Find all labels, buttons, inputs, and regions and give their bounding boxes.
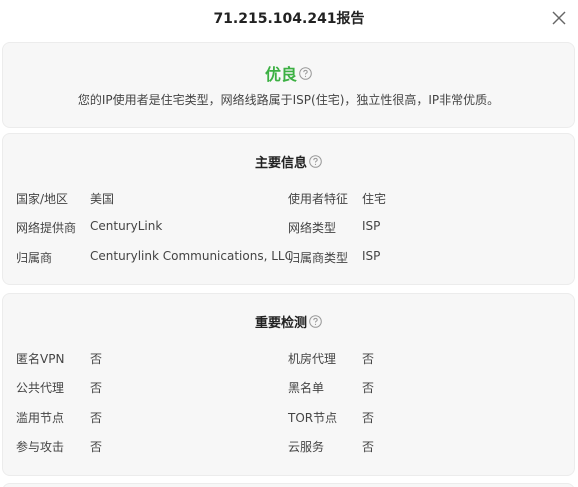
check-value: 否: [90, 440, 103, 454]
check-row: 滥用节点 否 TOR节点 否: [3, 409, 574, 427]
check-row: 匿名VPN 否 机房代理 否: [3, 350, 574, 368]
dialog-header: 71.215.104.241报告: [0, 0, 578, 34]
info-value: Centurylink Communications, LLC: [90, 249, 293, 263]
check-value: 否: [362, 411, 375, 425]
info-label: 网络类型: [288, 221, 337, 235]
check-label: 云服务: [288, 440, 325, 454]
check-value: 否: [90, 381, 103, 395]
checks-title: 重要检测: [254, 316, 307, 331]
check-label: 机房代理: [288, 352, 337, 366]
info-row: 网络提供商 CenturyLink 网络类型 ISP: [3, 219, 574, 237]
check-label: 黑名单: [288, 381, 325, 395]
main-info-card: 主要信息 国家/地区 美国 使用者特征 住宅 网络提供商 CenturyLink…: [2, 133, 575, 285]
question-circle-icon[interactable]: [309, 155, 322, 168]
check-label: 滥用节点: [16, 411, 65, 425]
checks-card: 重要检测 匿名VPN 否 机房代理 否 公共代理 否 黑名单 否 滥用节点 否 …: [2, 293, 575, 476]
check-value: 否: [362, 440, 375, 454]
info-label: 网络提供商: [16, 221, 77, 235]
close-icon: [552, 11, 566, 25]
check-label: TOR节点: [288, 411, 338, 425]
main-info-heading: 主要信息: [3, 151, 574, 171]
question-circle-icon[interactable]: [309, 315, 322, 328]
info-label: 归属商类型: [288, 251, 349, 265]
check-row: 公共代理 否 黑名单 否: [3, 379, 574, 397]
info-row: 归属商 Centurylink Communications, LLC 归属商类…: [3, 249, 574, 267]
info-value: 住宅: [362, 192, 387, 206]
check-label: 参与攻击: [16, 440, 65, 454]
check-value: 否: [362, 352, 375, 366]
checks-heading: 重要检测: [3, 311, 574, 331]
question-circle-icon[interactable]: [299, 66, 312, 80]
check-value: 否: [90, 411, 103, 425]
info-value: 美国: [90, 192, 115, 206]
info-row: 国家/地区 美国 使用者特征 住宅: [3, 190, 574, 208]
verdict-heading: 优良: [3, 61, 574, 85]
check-value: 否: [362, 381, 375, 395]
info-value: CenturyLink: [90, 219, 163, 233]
close-button[interactable]: [550, 9, 568, 27]
info-value: ISP: [362, 249, 381, 263]
info-label: 归属商: [16, 251, 53, 265]
verdict-description: 您的IP使用者是住宅类型，网络线路属于ISP(住宅)，独立性很高，IP非常优质。: [77, 93, 500, 107]
check-row: 参与攻击 否 云服务 否: [3, 438, 574, 456]
verdict-card: 优良 您的IP使用者是住宅类型，网络线路属于ISP(住宅)，独立性很高，IP非常…: [2, 42, 575, 128]
verdict-label: 优良: [264, 65, 297, 84]
check-label: 公共代理: [16, 381, 65, 395]
check-value: 否: [90, 352, 103, 366]
dialog-title: 71.215.104.241报告: [213, 11, 365, 27]
next-card-partial: [2, 483, 575, 487]
info-label: 国家/地区: [16, 192, 69, 206]
info-label: 使用者特征: [288, 192, 349, 206]
info-value: ISP: [362, 219, 381, 233]
check-label: 匿名VPN: [16, 352, 65, 366]
main-info-title: 主要信息: [254, 156, 307, 171]
